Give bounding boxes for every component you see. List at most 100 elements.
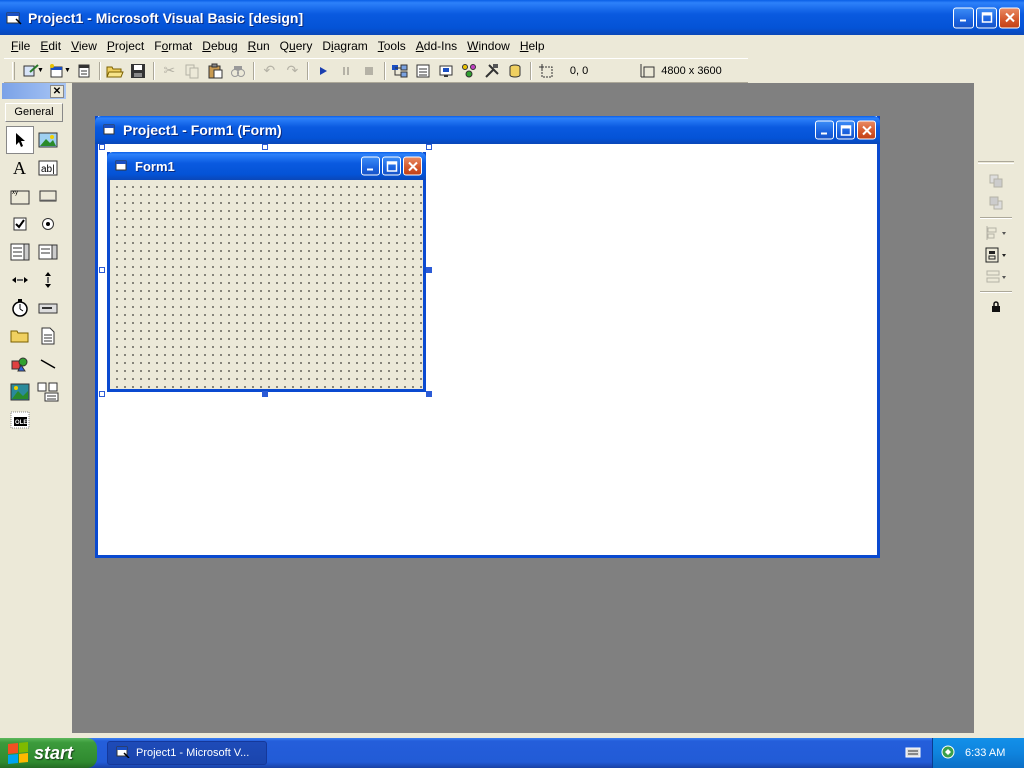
toolbar-grip[interactable] xyxy=(978,161,1014,164)
dirlistbox-icon[interactable] xyxy=(6,322,34,350)
menu-item-tools[interactable]: Tools xyxy=(373,37,411,55)
keyboard-icon[interactable] xyxy=(905,746,921,761)
menu-item-debug[interactable]: Debug xyxy=(197,37,242,55)
properties-window-icon[interactable] xyxy=(412,60,435,82)
menu-item-project[interactable]: Project xyxy=(102,37,149,55)
textbox-icon[interactable]: ab| xyxy=(34,154,62,182)
main-title-bar[interactable]: Project1 - Microsoft Visual Basic [desig… xyxy=(0,0,1024,35)
toolbox-icon[interactable] xyxy=(481,60,504,82)
toolbar-grip[interactable] xyxy=(12,61,15,80)
frame-icon[interactable]: xy xyxy=(6,182,34,210)
optionbutton-icon[interactable] xyxy=(34,210,62,238)
network-icon[interactable] xyxy=(941,745,955,762)
menu-item-query[interactable]: Query xyxy=(275,37,318,55)
line-icon[interactable] xyxy=(34,350,62,378)
cut-icon[interactable]: ✂ xyxy=(158,60,181,82)
resize-handle[interactable] xyxy=(426,391,432,397)
menu-item-help[interactable]: Help xyxy=(515,37,550,55)
maximize-button[interactable] xyxy=(976,7,997,28)
listbox-icon[interactable] xyxy=(34,238,62,266)
object-browser-icon[interactable] xyxy=(458,60,481,82)
menu-item-window[interactable]: Window xyxy=(462,37,515,55)
menu-item-format[interactable]: Format xyxy=(149,37,197,55)
maximize-button[interactable] xyxy=(382,156,401,176)
send-to-back-icon[interactable] xyxy=(976,192,1016,214)
resize-handle[interactable] xyxy=(262,391,268,397)
toolbar-separator xyxy=(980,291,1012,293)
end-icon[interactable] xyxy=(358,60,381,82)
minimize-button[interactable] xyxy=(361,156,380,176)
menu-item-add-ins[interactable]: Add-Ins xyxy=(411,37,462,55)
taskbar-button-vb[interactable]: Project1 - Microsoft V... xyxy=(107,741,267,765)
minimize-button[interactable] xyxy=(953,7,974,28)
toolbar-separator xyxy=(306,61,309,80)
form1-design-grid[interactable] xyxy=(110,180,423,388)
system-tray: 6:33 AM xyxy=(932,738,1024,768)
toolbox-header[interactable]: ✕ xyxy=(2,83,66,99)
resize-handle[interactable] xyxy=(426,267,432,273)
image-icon[interactable] xyxy=(6,378,34,406)
form1-title-bar[interactable]: Form1 xyxy=(107,152,426,180)
lock-icon[interactable] xyxy=(976,296,1016,318)
close-button[interactable] xyxy=(999,7,1020,28)
commandbutton-icon[interactable] xyxy=(34,182,62,210)
redo-icon[interactable]: ↷ xyxy=(281,60,304,82)
vb-app-icon xyxy=(116,746,130,761)
copy-icon[interactable] xyxy=(181,60,204,82)
menu-item-run[interactable]: Run xyxy=(243,37,275,55)
toolbox-grid: A ab| xy OLE xyxy=(6,126,66,434)
project-explorer-icon[interactable] xyxy=(389,60,412,82)
ole-icon[interactable]: OLE xyxy=(6,406,34,434)
form-layout-icon[interactable] xyxy=(435,60,458,82)
form-designer-title-bar[interactable]: Project1 - Form1 (Form) xyxy=(95,116,880,144)
maximize-button[interactable] xyxy=(836,120,855,140)
timer-icon[interactable] xyxy=(6,294,34,322)
drivelistbox-icon[interactable] xyxy=(34,294,62,322)
combobox-icon[interactable] xyxy=(6,238,34,266)
checkbox-icon[interactable] xyxy=(6,210,34,238)
start-button[interactable]: start xyxy=(0,738,97,768)
close-button[interactable] xyxy=(403,156,422,176)
menu-item-diagram[interactable]: Diagram xyxy=(317,37,372,55)
vb-app-icon[interactable] xyxy=(6,11,22,25)
caption-buttons xyxy=(815,120,876,140)
form-designer-title: Project1 - Form1 (Form) xyxy=(123,122,282,138)
bring-to-front-icon[interactable] xyxy=(976,170,1016,192)
find-icon[interactable] xyxy=(227,60,250,82)
resize-handle xyxy=(99,391,105,397)
shape-icon[interactable] xyxy=(6,350,34,378)
break-icon[interactable] xyxy=(335,60,358,82)
data-icon[interactable] xyxy=(34,378,62,406)
position-readout: 0, 0 xyxy=(569,64,589,77)
minimize-button[interactable] xyxy=(815,120,834,140)
form-window-icon xyxy=(113,159,129,173)
center-icon[interactable] xyxy=(976,244,1016,266)
form-editor-toolbar xyxy=(976,83,1016,733)
data-view-icon[interactable] xyxy=(504,60,527,82)
make-same-size-icon[interactable] xyxy=(976,266,1016,288)
paste-icon[interactable] xyxy=(204,60,227,82)
taskbar-button-label: Project1 - Microsoft V... xyxy=(136,747,250,759)
menu-item-file[interactable]: File xyxy=(6,37,35,55)
menu-editor-icon[interactable] xyxy=(73,60,96,82)
start-icon[interactable] xyxy=(312,60,335,82)
clock[interactable]: 6:33 AM xyxy=(965,747,1005,759)
align-icon[interactable] xyxy=(976,222,1016,244)
toolbox-tab-general[interactable]: General xyxy=(5,103,63,122)
close-button[interactable] xyxy=(857,120,876,140)
menu-item-view[interactable]: View xyxy=(66,37,102,55)
filelistbox-icon[interactable] xyxy=(34,322,62,350)
pointer-icon[interactable] xyxy=(6,126,34,154)
caption-buttons xyxy=(953,7,1020,28)
save-project-icon[interactable] xyxy=(127,60,150,82)
hscrollbar-icon[interactable] xyxy=(6,266,34,294)
chevron-down-icon[interactable]: ▼ xyxy=(37,67,44,74)
label-icon[interactable]: A xyxy=(6,154,34,182)
vscrollbar-icon[interactable] xyxy=(34,266,62,294)
undo-icon[interactable]: ↶ xyxy=(258,60,281,82)
open-project-icon[interactable] xyxy=(104,60,127,82)
picturebox-icon[interactable] xyxy=(34,126,62,154)
menu-item-edit[interactable]: Edit xyxy=(35,37,66,55)
chevron-down-icon[interactable]: ▼ xyxy=(64,67,71,74)
toolbox-close-button[interactable]: ✕ xyxy=(50,84,64,98)
